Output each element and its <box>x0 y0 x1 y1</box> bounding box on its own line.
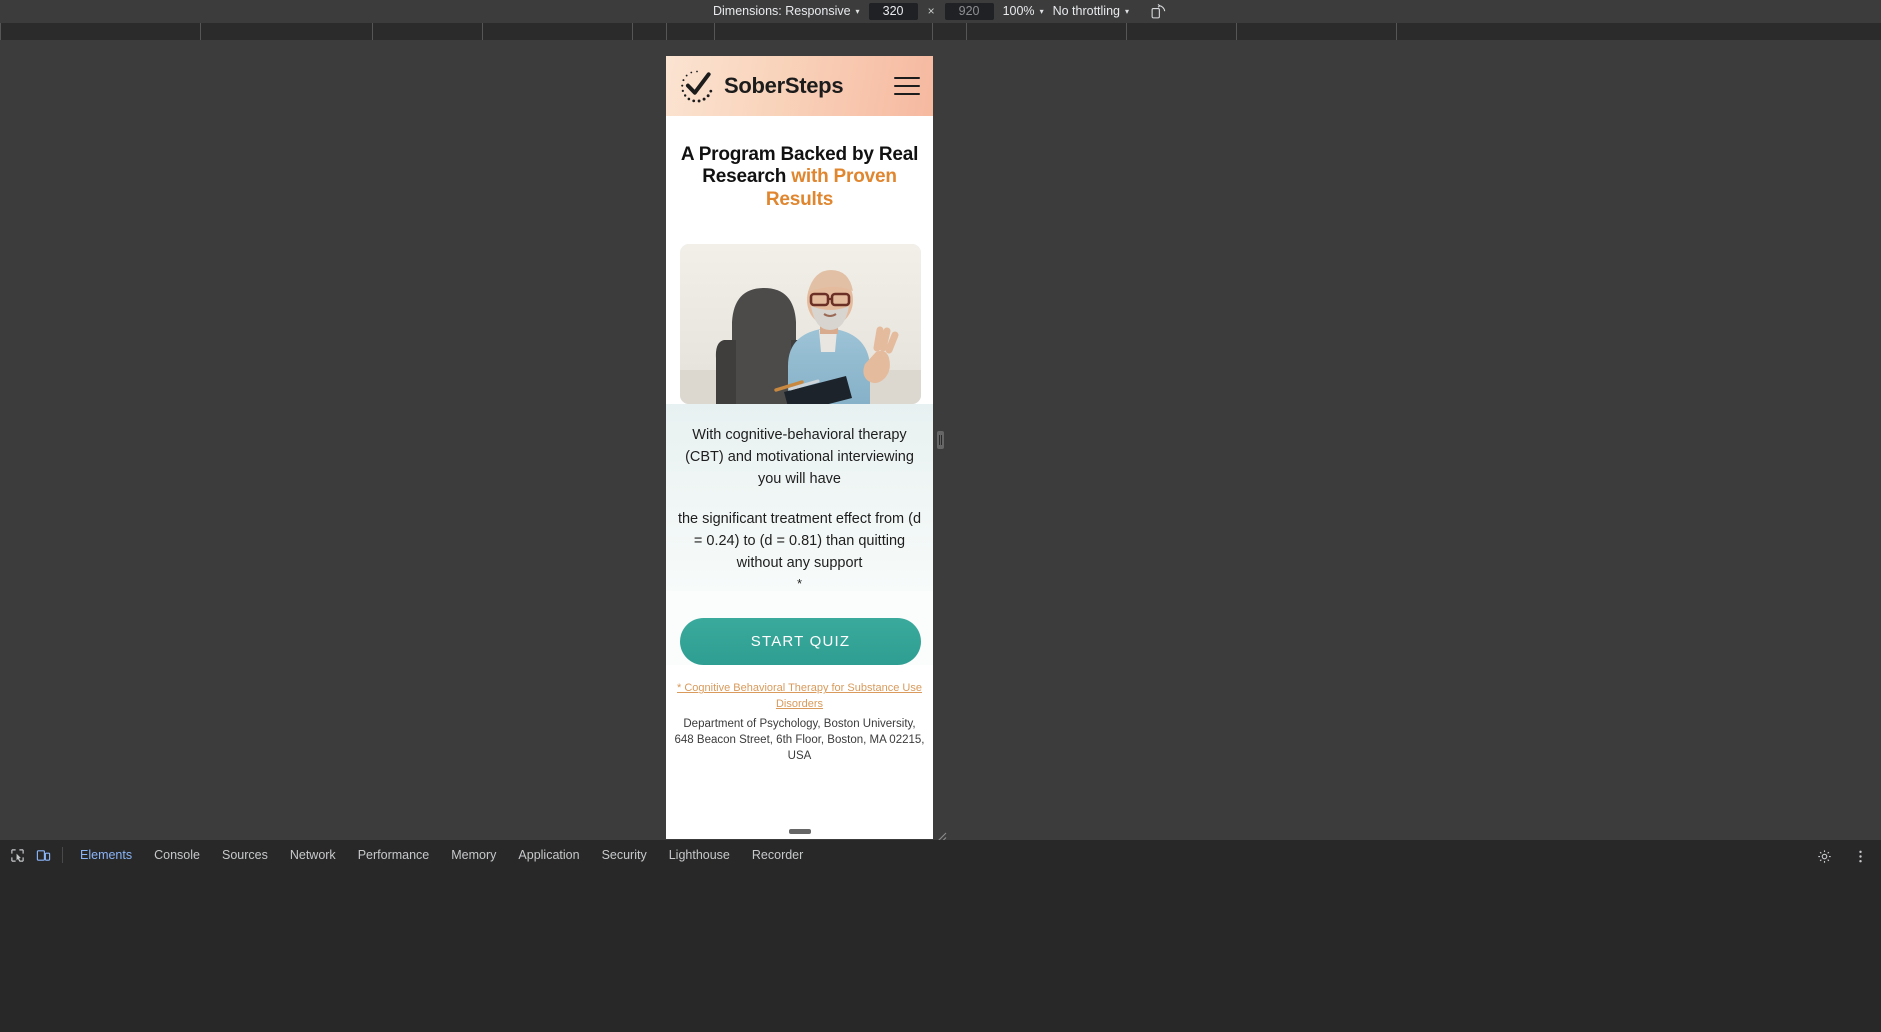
body-paragraph-1: With cognitive-behavioral therapy (CBT) … <box>685 427 914 488</box>
tab-performance[interactable]: Performance <box>347 844 441 866</box>
more-options-icon[interactable] <box>1847 845 1873 867</box>
start-quiz-button[interactable]: START QUIZ <box>680 618 921 666</box>
zoom-dropdown[interactable]: 100% ▾ <box>1003 4 1044 18</box>
page-title: A Program Backed by Real Research with P… <box>680 144 919 211</box>
throttling-dropdown[interactable]: No throttling ▾ <box>1053 4 1129 18</box>
site-header: SoberSteps <box>666 56 933 116</box>
footnote-citation-link[interactable]: * Cognitive Behavioral Therapy for Subst… <box>674 681 925 712</box>
dimensions-dropdown[interactable]: Dimensions: Responsive ▾ <box>713 4 860 18</box>
cta-section: START QUIZ <box>666 591 933 666</box>
dimensions-label: Dimensions: Responsive <box>712 4 851 18</box>
tab-memory[interactable]: Memory <box>440 844 507 866</box>
tab-network[interactable]: Network <box>279 844 347 866</box>
throttling-label: No throttling <box>1052 4 1120 18</box>
footnote-address: Department of Psychology, Boston Univers… <box>674 718 925 762</box>
emulated-page-viewport[interactable]: SoberSteps A Program Backed by Real Rese… <box>666 56 933 839</box>
tab-elements[interactable]: Elements <box>69 844 143 866</box>
viewport-height-input[interactable]: 920 <box>944 2 994 20</box>
chevron-down-icon: ▾ <box>1039 7 1044 16</box>
asterisk-marker: * <box>796 576 803 592</box>
tab-application[interactable]: Application <box>507 844 590 866</box>
chevron-down-icon: ▾ <box>855 7 860 16</box>
checkmark-circle-logo-icon <box>678 67 716 105</box>
devtools-panel: Elements Console Sources Network Perform… <box>0 840 1881 1032</box>
brand-logo[interactable]: SoberSteps <box>678 67 844 105</box>
body-paragraph-2: the significant treatment effect from (d… <box>677 511 922 572</box>
brand-name: SoberSteps <box>724 73 844 98</box>
tab-security[interactable]: Security <box>591 844 658 866</box>
hero-photo <box>680 244 921 405</box>
tab-console[interactable]: Console <box>143 844 211 866</box>
device-mode-toolbar: Dimensions: Responsive ▾ 320 × 920 100% … <box>0 0 1881 23</box>
viewport-resize-handle-bottom[interactable] <box>789 829 811 834</box>
chevron-down-icon: ▾ <box>1124 7 1129 16</box>
toggle-device-toolbar-icon[interactable] <box>30 844 56 866</box>
hero-body-copy: With cognitive-behavioral therapy (CBT) … <box>666 404 933 592</box>
zoom-label: 100% <box>1002 4 1035 18</box>
tab-sources[interactable]: Sources <box>211 844 279 866</box>
inspect-element-icon[interactable] <box>4 844 30 866</box>
viewport-resize-handle-right[interactable] <box>937 431 944 449</box>
device-emulation-stage: SoberSteps A Program Backed by Real Rese… <box>0 40 1881 842</box>
dimension-separator: × <box>927 4 935 18</box>
devtools-tabbar-actions <box>1811 845 1873 867</box>
gear-icon[interactable] <box>1811 845 1837 867</box>
tab-bar-divider <box>62 847 63 863</box>
viewport-ruler <box>0 23 1881 40</box>
devtools-tab-bar: Elements Console Sources Network Perform… <box>0 842 1881 868</box>
hero-section: A Program Backed by Real Research with P… <box>666 116 933 405</box>
tab-recorder[interactable]: Recorder <box>741 844 814 866</box>
hamburger-menu-icon[interactable] <box>894 77 920 95</box>
footnotes-section: * Cognitive Behavioral Therapy for Subst… <box>666 665 933 765</box>
rotate-device-icon[interactable] <box>1148 1 1168 21</box>
therapist-photo-illustration <box>680 244 921 405</box>
tab-lighthouse[interactable]: Lighthouse <box>658 844 741 866</box>
viewport-width-input[interactable]: 320 <box>868 2 918 20</box>
